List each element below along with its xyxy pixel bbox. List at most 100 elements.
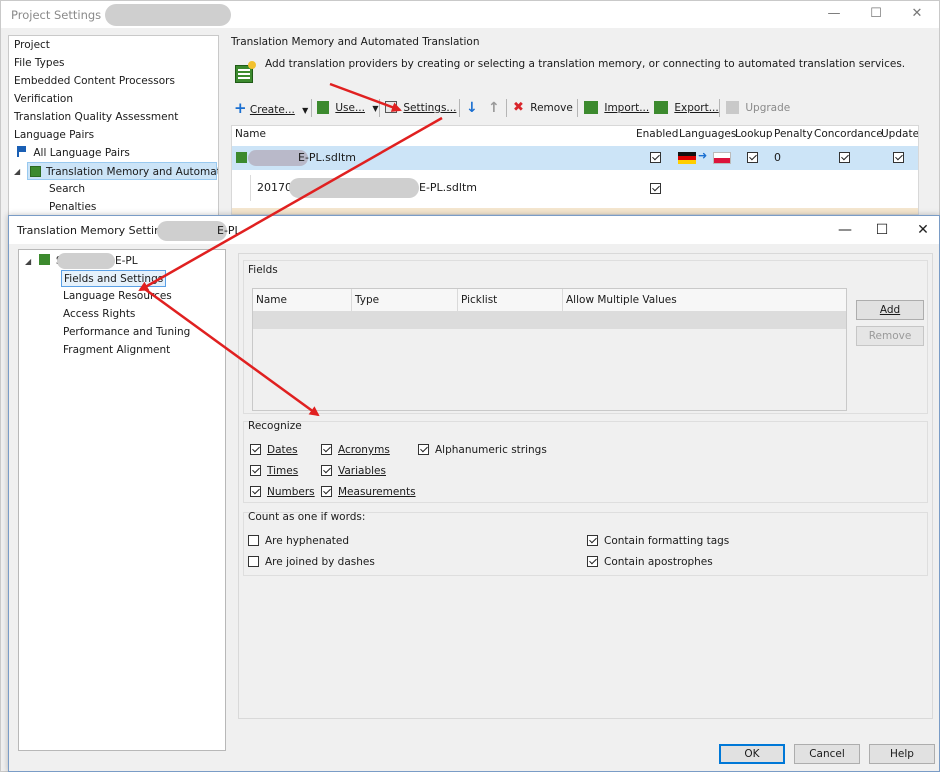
maximize-icon[interactable]: ☐ — [871, 221, 893, 239]
move-down-icon[interactable]: ↓ — [466, 97, 478, 119]
table-row[interactable]: 2017042 E-PL.sdltm — [250, 175, 634, 201]
nav-item-label: Translation Memory and Automated — [46, 166, 219, 178]
enabled-checkbox[interactable] — [650, 152, 661, 163]
redaction-blur — [289, 178, 419, 198]
tree-item-fragment-alignment[interactable]: Fragment Alignment — [63, 342, 170, 359]
column-header-update[interactable]: Update — [881, 128, 918, 140]
settings-icon — [385, 101, 397, 113]
checkbox-box[interactable] — [248, 556, 259, 567]
nav-item-penalties[interactable]: Penalties — [49, 198, 96, 216]
redaction-blur — [57, 253, 115, 269]
toolbar-separator — [379, 99, 380, 117]
tm-name-suffix: E-PL.sdltm — [419, 181, 477, 194]
section-title: Translation Memory and Automated Transla… — [231, 36, 480, 48]
minimize-icon[interactable]: — — [834, 221, 856, 239]
lookup-checkbox[interactable] — [747, 152, 758, 163]
nav-item-project[interactable]: Project — [14, 36, 50, 54]
column-header-concordance[interactable]: Concordance — [814, 128, 883, 140]
nav-item-tqa[interactable]: Translation Quality Assessment — [14, 108, 178, 126]
export-button[interactable]: Export... — [654, 97, 719, 119]
column-header-penalty[interactable]: Penalty — [774, 128, 813, 140]
tm-database-icon — [235, 61, 257, 85]
concordance-checkbox[interactable] — [839, 152, 850, 163]
checkbox-box[interactable] — [587, 535, 598, 546]
enabled-checkbox[interactable] — [650, 183, 661, 194]
tree-item-language-resources[interactable]: Language Resources — [63, 288, 172, 305]
import-button[interactable]: Import... — [584, 97, 649, 119]
nav-item-file-types[interactable]: File Types — [14, 54, 65, 72]
dropdown-arrow-icon[interactable]: ▼ — [302, 106, 308, 115]
table-row-partial — [232, 208, 918, 214]
column-header-lookup[interactable]: Lookup — [735, 128, 773, 140]
maximize-icon[interactable]: ☐ — [865, 5, 887, 23]
expand-arrow-icon[interactable]: ◢ — [14, 163, 20, 181]
create-button[interactable]: + Create... ▼ — [234, 97, 308, 119]
dropdown-arrow-icon[interactable]: ▼ — [372, 104, 378, 113]
fields-and-settings-panel: Fields Name Type Picklist Allow Multiple… — [238, 253, 933, 719]
use-button[interactable]: Use... ▼ — [317, 97, 378, 119]
toolbar-separator — [719, 99, 720, 117]
flag-icon — [17, 146, 26, 157]
nav-item-all-language-pairs[interactable]: All Language Pairs — [17, 144, 130, 162]
update-checkbox[interactable] — [893, 152, 904, 163]
tree-item-performance-tuning[interactable]: Performance and Tuning — [63, 324, 190, 341]
minimize-icon[interactable]: — — [823, 5, 845, 23]
column-header-languages[interactable]: Languages — [679, 128, 736, 140]
column-header-enabled[interactable]: Enabled — [636, 128, 678, 140]
add-field-button[interactable]: Add — [856, 300, 924, 320]
nav-item-search[interactable]: Search — [49, 180, 85, 198]
nav-item-tm-automated[interactable]: ◢ Translation Memory and Automated — [14, 162, 219, 180]
checkbox-box[interactable] — [321, 486, 332, 497]
tm-icon — [30, 166, 41, 177]
tree-item-fields-and-settings[interactable]: Fields and Settings — [61, 270, 167, 287]
checkbox-box[interactable] — [321, 465, 332, 476]
fields-group-title: Fields — [248, 264, 278, 276]
table-row[interactable]: E-PL.sdltm ➜ 0 — [232, 146, 918, 170]
nav-item-verification[interactable]: Verification — [14, 90, 73, 108]
toolbar-separator — [506, 99, 507, 117]
column-header-name[interactable]: Name — [253, 289, 352, 311]
count-as-one-group-title: Count as one if words: — [248, 511, 366, 523]
help-button[interactable]: Help — [869, 744, 935, 764]
checkbox-box[interactable] — [248, 535, 259, 546]
upgrade-button[interactable]: Upgrade — [726, 97, 790, 119]
collapse-arrow-icon[interactable]: ◢ — [25, 257, 31, 266]
count-as-one-group: Count as one if words: Are hyphenated Co… — [243, 511, 928, 576]
fields-grid[interactable]: Name Type Picklist Allow Multiple Values — [252, 288, 847, 411]
flag-pl-icon — [713, 152, 731, 164]
arrow-right-icon: ➜ — [698, 149, 708, 162]
settings-button[interactable]: Settings... — [385, 97, 456, 119]
toolbar-separator — [311, 99, 312, 117]
tm-grid: Name Enabled Languages Lookup Penalty Co… — [231, 125, 919, 215]
toolbar-separator — [577, 99, 578, 117]
project-settings-titlebar: Project Settings - 201 — ☐ ✕ — [1, 1, 939, 28]
checkbox-box[interactable] — [321, 444, 332, 455]
export-icon — [654, 101, 668, 114]
tm-settings-dialog: Translation Memory Settings E-PL — ☐ ✕ ◢… — [8, 215, 940, 772]
checkbox-box[interactable] — [250, 465, 261, 476]
column-header-picklist[interactable]: Picklist — [458, 289, 563, 311]
nav-item-embedded-content[interactable]: Embedded Content Processors — [14, 72, 175, 90]
cancel-button[interactable]: Cancel — [794, 744, 860, 764]
checkbox-box[interactable] — [250, 444, 261, 455]
flag-de-icon — [678, 152, 696, 164]
dialog-titlebar: Translation Memory Settings E-PL — ☐ ✕ — [9, 216, 939, 244]
remove-field-button[interactable]: Remove — [856, 326, 924, 346]
checkbox-box[interactable] — [250, 486, 261, 497]
checkbox-box[interactable] — [418, 444, 429, 455]
recognize-group: Recognize Dates Acronyms Alphanumeric st… — [243, 420, 928, 503]
close-icon[interactable]: ✕ — [906, 5, 928, 23]
move-up-icon[interactable]: ↑ — [488, 97, 500, 119]
nav-item-label: All Language Pairs — [33, 147, 130, 159]
checkbox-box[interactable] — [587, 556, 598, 567]
tree-item-access-rights[interactable]: Access Rights — [63, 306, 135, 323]
column-header-allow-multiple[interactable]: Allow Multiple Values — [563, 289, 846, 311]
tm-icon — [38, 254, 50, 265]
table-row[interactable] — [253, 311, 846, 329]
column-header-name[interactable]: Name — [235, 128, 266, 140]
column-header-type[interactable]: Type — [352, 289, 458, 311]
close-icon[interactable]: ✕ — [912, 221, 934, 239]
remove-button[interactable]: ✖ Remove — [513, 97, 573, 119]
ok-button[interactable]: OK — [719, 744, 785, 764]
nav-item-language-pairs[interactable]: Language Pairs — [14, 126, 94, 144]
